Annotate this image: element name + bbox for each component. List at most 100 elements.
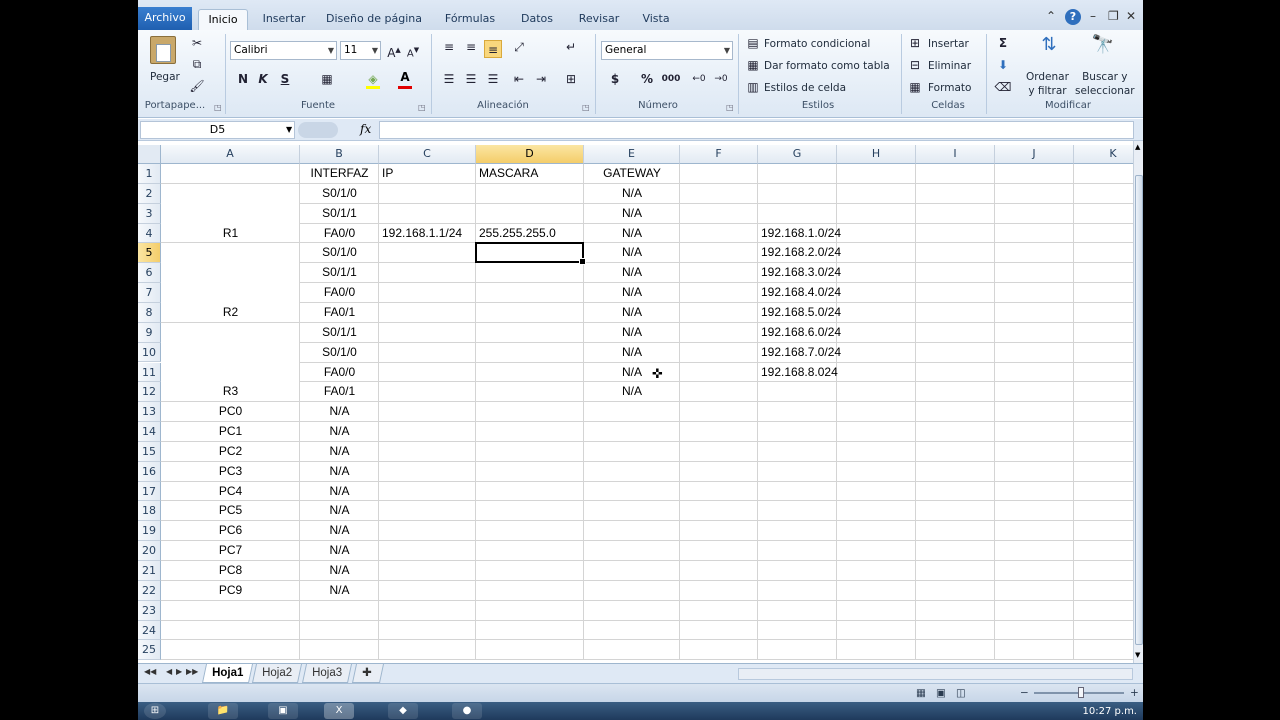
shrink-font-icon[interactable]: A▼: [404, 41, 422, 59]
app-taskbar-icon[interactable]: ▣: [268, 703, 298, 719]
clipboard-launcher-icon[interactable]: ◳: [214, 103, 222, 112]
cell-e8[interactable]: N/A: [587, 303, 677, 323]
row-header-13[interactable]: 13: [138, 402, 161, 423]
row-header-20[interactable]: 20: [138, 541, 161, 561]
cell-b9[interactable]: S0/1/1: [303, 323, 376, 343]
cell-b21[interactable]: N/A: [303, 561, 376, 581]
row-header-11[interactable]: 11: [138, 362, 161, 383]
excel-taskbar-icon[interactable]: X: [324, 703, 354, 719]
delete-cells-button[interactable]: Eliminar: [928, 59, 971, 73]
column-header-f[interactable]: F: [680, 145, 758, 164]
normal-view-icon[interactable]: ▦: [916, 687, 926, 699]
cell-a19[interactable]: PC6: [164, 521, 297, 541]
zoom-in-button[interactable]: +: [1130, 687, 1139, 699]
cell-b14[interactable]: N/A: [303, 422, 376, 442]
last-sheet-icon[interactable]: ▶▶: [186, 667, 198, 676]
row-header-25[interactable]: 25: [138, 640, 161, 661]
select-all-corner[interactable]: [138, 145, 161, 164]
format-painter-icon[interactable]: 🖌: [188, 77, 206, 95]
currency-button[interactable]: $: [606, 70, 624, 88]
conditional-format-button[interactable]: Formato condicional: [764, 37, 870, 51]
new-sheet-icon[interactable]: ✚: [351, 664, 385, 683]
align-left-icon[interactable]: ☰: [440, 70, 458, 88]
sort-filter-button[interactable]: Ordenar y filtrar: [1026, 70, 1069, 98]
font-launcher-icon[interactable]: ◳: [418, 103, 426, 112]
minimize-ribbon-icon[interactable]: ⌃: [1046, 9, 1056, 23]
row-header-7[interactable]: 7: [138, 283, 161, 303]
window-restore-icon[interactable]: ❐: [1108, 9, 1119, 23]
cell-a12[interactable]: R3: [164, 382, 297, 402]
row-header-8[interactable]: 8: [138, 302, 161, 323]
explorer-taskbar-icon[interactable]: 📁: [208, 703, 238, 719]
decrease-indent-icon[interactable]: ⇤: [510, 70, 528, 88]
cell-b18[interactable]: N/A: [303, 501, 376, 521]
cell-g9[interactable]: 192.168.6.0/24: [761, 323, 913, 343]
column-header-g[interactable]: G: [758, 145, 837, 164]
borders-icon[interactable]: ▦: [318, 70, 336, 88]
cell-b17[interactable]: N/A: [303, 482, 376, 502]
align-center-icon[interactable]: ☰: [462, 70, 480, 88]
cell-e2[interactable]: N/A: [587, 184, 677, 204]
scroll-down-icon[interactable]: ▼: [1135, 651, 1140, 659]
cell-b4[interactable]: FA0/0: [303, 224, 376, 244]
row-header-16[interactable]: 16: [138, 461, 161, 482]
cell-b13[interactable]: N/A: [303, 402, 376, 422]
font-size-combo[interactable]: 11 ▼: [340, 41, 381, 60]
cell-b8[interactable]: FA0/1: [303, 303, 376, 323]
number-format-combo[interactable]: General ▼: [601, 41, 733, 60]
fill-icon[interactable]: ⬇: [994, 56, 1012, 74]
cell-b6[interactable]: S0/1/1: [303, 263, 376, 283]
format-as-table-icon[interactable]: ▦: [744, 56, 762, 74]
formula-input[interactable]: [379, 121, 1134, 139]
cell-b15[interactable]: N/A: [303, 442, 376, 462]
align-right-icon[interactable]: ☰: [484, 70, 502, 88]
next-sheet-icon[interactable]: ▶: [176, 667, 182, 676]
format-as-table-button[interactable]: Dar formato como tabla: [764, 59, 890, 73]
orientation-icon[interactable]: ⤢: [510, 38, 528, 56]
cell-a8[interactable]: R2: [164, 303, 297, 323]
window-close-icon[interactable]: ✕: [1126, 9, 1136, 23]
column-header-c[interactable]: C: [379, 145, 476, 164]
autosum-button[interactable]: Σ: [994, 34, 1012, 52]
page-layout-view-icon[interactable]: ▣: [936, 687, 946, 699]
row-header-4[interactable]: 4: [138, 223, 161, 244]
help-icon[interactable]: ?: [1065, 9, 1081, 25]
first-sheet-icon[interactable]: ◀◀: [144, 667, 156, 676]
column-header-d[interactable]: D: [476, 145, 584, 164]
insert-cells-button[interactable]: Insertar: [928, 37, 969, 51]
row-header-10[interactable]: 10: [138, 342, 161, 363]
underline-button[interactable]: S: [276, 70, 294, 88]
find-select-button[interactable]: Buscar y seleccionar: [1075, 70, 1135, 98]
column-header-a[interactable]: A: [161, 145, 300, 164]
align-middle-icon[interactable]: ≡: [462, 38, 480, 56]
media-taskbar-icon[interactable]: ●: [452, 703, 482, 719]
cut-icon[interactable]: ✂: [188, 34, 206, 52]
conditional-format-icon[interactable]: ▤: [744, 34, 762, 52]
tab-inicio[interactable]: Inicio: [198, 9, 248, 30]
tab-formulas[interactable]: Fórmulas: [438, 9, 502, 30]
cell-e12[interactable]: N/A: [587, 382, 677, 402]
cell-c1[interactable]: IP: [382, 164, 473, 184]
sheet-tab-hoja1[interactable]: Hoja1: [201, 664, 254, 683]
column-header-j[interactable]: J: [995, 145, 1074, 164]
row-header-23[interactable]: 23: [138, 600, 161, 621]
tab-vista[interactable]: Vista: [634, 9, 678, 30]
cell-b1[interactable]: INTERFAZ: [303, 164, 376, 184]
page-break-view-icon[interactable]: ◫: [956, 687, 966, 699]
column-header-h[interactable]: H: [837, 145, 916, 164]
cell-b16[interactable]: N/A: [303, 462, 376, 482]
sheet-tab-hoja3[interactable]: Hoja3: [301, 664, 353, 683]
insert-cells-icon[interactable]: ⊞: [906, 34, 924, 52]
paste-button[interactable]: Pegar: [150, 70, 180, 84]
cell-styles-button[interactable]: Estilos de celda: [764, 81, 846, 95]
paste-icon[interactable]: [150, 36, 176, 64]
cell-g6[interactable]: 192.168.3.0/24: [761, 263, 913, 283]
cell-d1[interactable]: MASCARA: [479, 164, 581, 184]
copy-icon[interactable]: ⧉: [188, 55, 206, 73]
cell-e11[interactable]: N/A: [587, 363, 677, 383]
font-color-icon[interactable]: A: [396, 68, 414, 86]
cell-a4[interactable]: R1: [164, 224, 297, 244]
vertical-scrollbar[interactable]: ▲ ▼: [1133, 141, 1143, 663]
spreadsheet-grid[interactable]: A B C D E F G H I J K 1 INTERFAZ IP MASCARA GATEWAY 2 S0/…: [138, 145, 1133, 663]
cell-a18[interactable]: PC5: [164, 501, 297, 521]
